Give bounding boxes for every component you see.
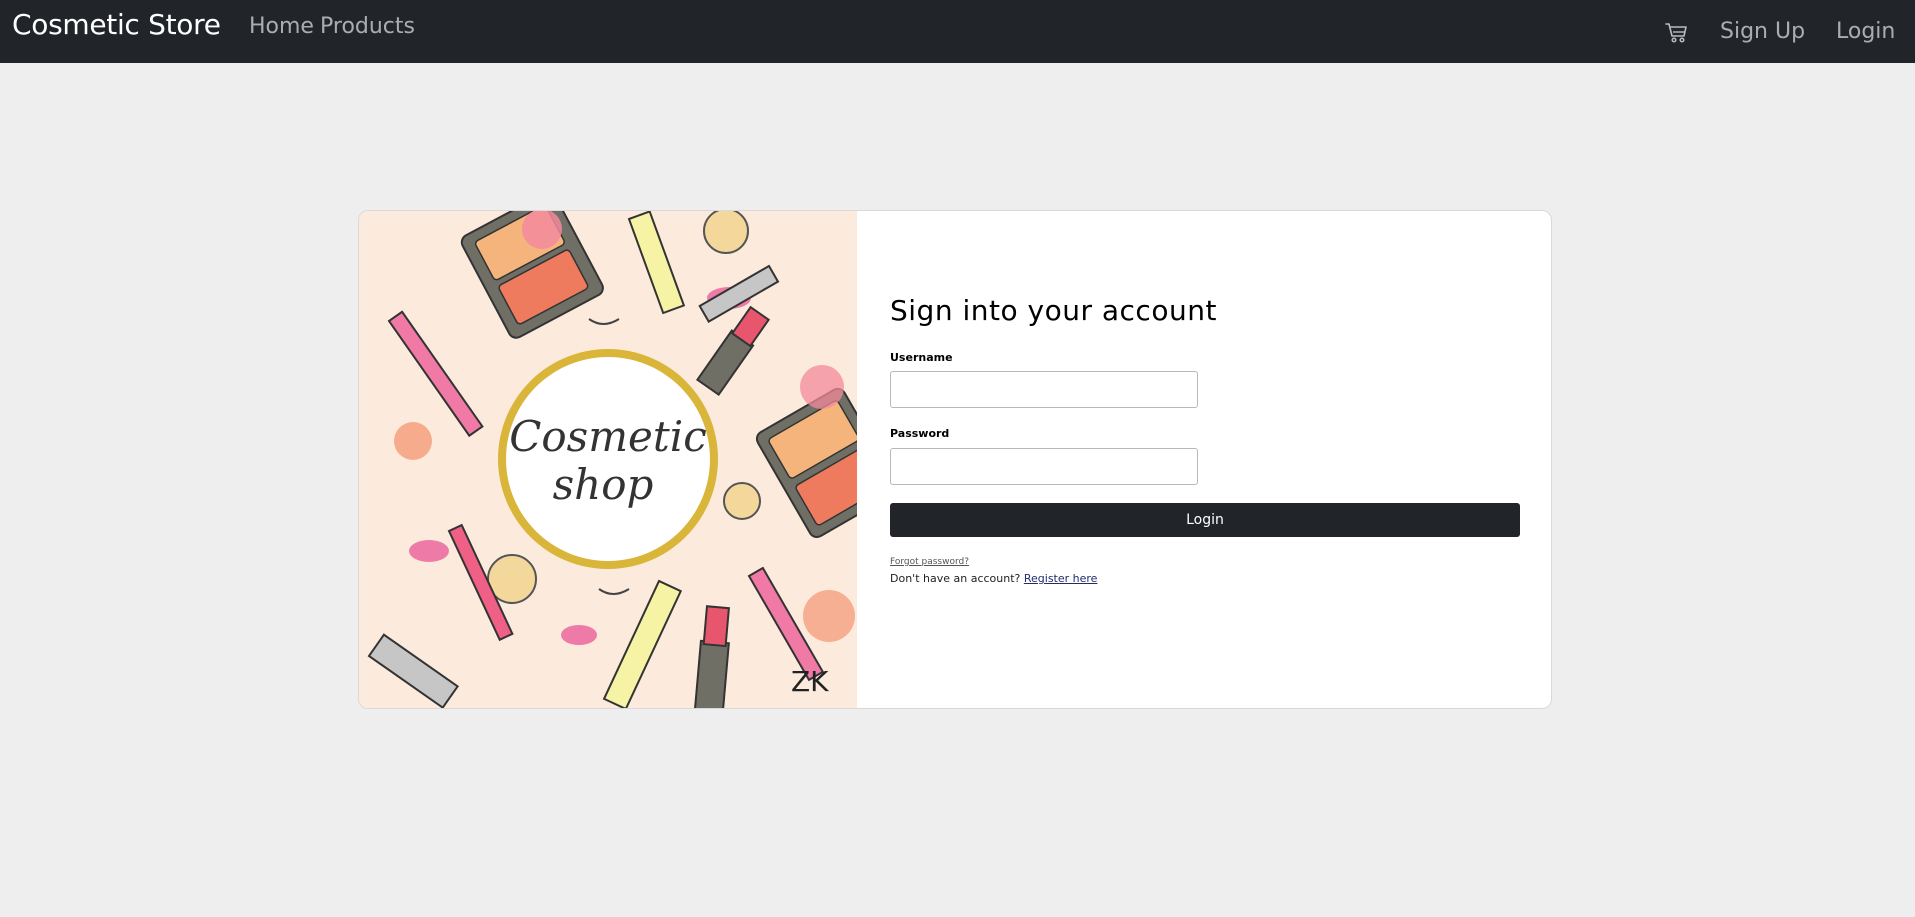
password-label: Password xyxy=(890,427,950,440)
login-submit-button[interactable]: Login xyxy=(890,503,1520,537)
form-heading: Sign into your account xyxy=(890,294,1217,327)
brand-link[interactable]: Cosmetic Store xyxy=(12,8,221,41)
username-input[interactable] xyxy=(890,371,1198,408)
username-label: Username xyxy=(890,351,953,364)
forgot-password-link[interactable]: Forgot password? xyxy=(890,557,969,567)
top-navbar: Cosmetic Store Home Products Sign Up Log… xyxy=(0,0,1915,63)
logo-line-1: Cosmetic xyxy=(509,412,707,461)
nav-signup-link[interactable]: Sign Up xyxy=(1720,19,1805,44)
logo-line-2: shop xyxy=(553,460,654,509)
cosmetic-shop-illustration: ZK Cosmetic shop xyxy=(359,211,857,708)
register-link[interactable]: Register here xyxy=(1024,572,1098,585)
nav-home-link[interactable]: Home xyxy=(249,14,314,39)
nav-login-link[interactable]: Login xyxy=(1836,19,1895,44)
nav-products-link[interactable]: Products xyxy=(320,14,415,39)
watermark-text: ZK xyxy=(791,665,829,698)
password-input[interactable] xyxy=(890,448,1198,485)
register-prompt: Don't have an account? Register here xyxy=(890,572,1097,585)
cart-icon[interactable] xyxy=(1665,22,1689,44)
login-form: Sign into your account Username Password… xyxy=(890,211,1520,708)
login-card: ZK Cosmetic shop Sign into your account … xyxy=(358,210,1552,709)
register-prompt-text: Don't have an account? xyxy=(890,572,1024,585)
